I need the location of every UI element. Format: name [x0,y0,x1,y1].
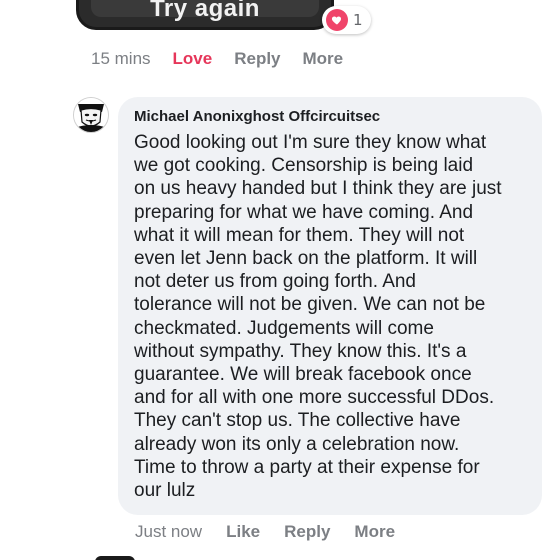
comment-thread: Try again 1 15 mins Love Reply More Mich… [0,0,560,560]
comment-text-line: even let Jenn back on the platform. It w… [134,248,478,270]
comment-text-line: what it will mean for them. They will no… [134,224,465,246]
comment-text-line: They can't stop us. The collective have [134,410,461,432]
comment-text-line: checkmated. Judgements will come [134,317,434,339]
media-caption: Try again [150,0,260,22]
reaction-summary[interactable]: 1 [322,6,371,34]
top-comment-actions: 15 mins Love Reply More [91,49,365,69]
love-button[interactable]: Love [173,49,213,69]
comment-text-line: Good looking out I'm sure they know what [134,132,487,153]
comment-actions: Just now Like Reply More [135,522,419,542]
comment-bubble: Michael Anonixghost Offcircuitsec Good l… [118,97,542,515]
comment-text-line: preparing for what we have coming. And [134,201,474,223]
comment-text-line: on us heavy handed but I think they are … [134,178,502,200]
love-reaction-icon [326,9,348,31]
comment-text-line: already won its only a celebration now. [134,433,460,455]
reply-button[interactable]: Reply [284,522,330,542]
like-button[interactable]: Like [226,522,260,542]
comment-text-line: Time to throw a party at their expense f… [134,456,480,478]
comment-text-line: we got cooking. Censorship is being laid [134,155,474,177]
comment-text: Good looking out I'm sure they know what… [134,131,528,502]
comment-text-line: tolerance will not be given. We can not … [134,294,486,316]
more-button[interactable]: More [303,49,344,69]
comment-text-line: guarantee. We will break facebook once [134,364,472,386]
comment-text-line: not deter us from going forth. And [134,271,417,293]
media-attachment[interactable]: Try again [76,0,334,30]
comment-text-line: our lulz [134,480,196,502]
timestamp: Just now [135,522,203,541]
avatar[interactable] [73,97,109,133]
reaction-count: 1 [353,11,363,29]
comment-text-line: without sympathy. They know this. It's a [134,340,467,362]
comment-author[interactable]: Michael Anonixghost Offcircuitsec [134,107,528,127]
more-button[interactable]: More [354,522,395,542]
comment-text-line: and for all with one more successful DDo… [134,387,495,409]
next-comment-edge [95,556,135,560]
mask-avatar-icon [74,98,108,132]
timestamp: 15 mins [91,49,151,68]
reply-button[interactable]: Reply [234,49,280,69]
